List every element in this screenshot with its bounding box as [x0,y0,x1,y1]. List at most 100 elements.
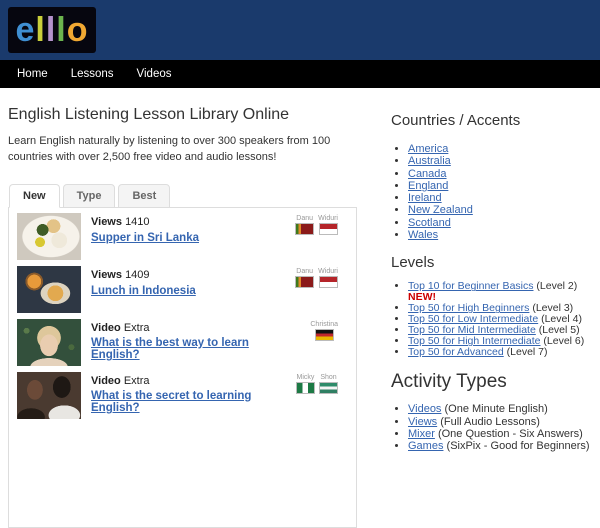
lesson-text: Views 1409 Lunch in Indonesia [91,266,196,299]
site-header: elllo [0,0,600,60]
sri-lanka-flag-icon [295,276,314,288]
germany-flag-icon [315,329,334,341]
list-item: Ireland [408,192,595,204]
speaker-name: Micky [297,374,315,381]
link-scotland[interactable]: Scotland [408,217,451,229]
lesson-title-link[interactable]: Lunch in Indonesia [91,285,196,297]
micky-shon-video-thumbnail[interactable] [17,372,81,419]
speaker: Danu [295,268,314,288]
indonesia-flag-icon [319,223,338,235]
link-top-50-for-advanced[interactable]: Top 50 for Advanced [408,346,504,358]
countries-heading: Countries / Accents [391,112,595,129]
page-subtitle: Learn English naturally by listening to … [8,134,352,166]
nigeria-flag-icon [296,382,315,394]
link-mixer[interactable]: Mixer [408,428,435,440]
lesson-text: Video Extra What is the secret to learni… [91,372,286,416]
speaker: Danu [295,215,314,235]
christina-video-thumbnail[interactable] [17,319,81,366]
speakers: Micky Shon [296,372,346,394]
speakers: Danu Widuri [295,213,346,235]
suffix-text: (SixPix - Good for Beginners) [443,440,589,452]
logo-letter: l [56,13,66,47]
speaker-name: Widuri [318,268,338,275]
lesson-meta: Views 1410 [91,216,199,228]
list-item: Top 50 for Advanced (Level 7) [408,347,595,358]
speaker: Shon [319,374,338,394]
link-england[interactable]: England [408,180,448,192]
tab-best[interactable]: Best [118,184,170,208]
link-new-zealand[interactable]: New Zealand [408,204,473,216]
lesson-meta: Video Extra [91,322,300,334]
lesson-meta: Views 1409 [91,269,196,281]
nav-item-videos[interactable]: Videos [132,68,177,80]
speaker: Widuri [318,268,338,288]
levels-list: Top 10 for Beginner Basics (Level 2) NEW… [391,281,595,358]
sidebar: Countries / Accents AmericaAustraliaCana… [391,112,595,466]
speaker: Micky [296,374,315,394]
link-america[interactable]: America [408,143,448,155]
list-item: Games (SixPix - Good for Beginners) [408,440,595,452]
lesson-title-link[interactable]: What is the best way to learn English? [91,337,300,361]
lesson-meta-label: Video [91,375,121,387]
speaker: Widuri [318,215,338,235]
speaker-name: Christina [310,321,338,328]
suffix-text: (Level 2) [534,280,578,292]
list-item: Top 10 for Beginner Basics (Level 2) NEW… [408,281,595,303]
lesson-meta-label: Video [91,322,121,334]
suffix-text: (One Question - Six Answers) [435,428,583,440]
lesson-meta-label: Views [91,216,122,228]
lesson-item: Views 1410 Supper in Sri Lanka Danu Widur… [9,210,356,263]
lesson-meta-value: 1409 [125,269,149,281]
lesson-meta-value: Extra [124,322,150,334]
speaker-name: Widuri [318,215,338,222]
list-item: Scotland [408,217,595,229]
activity-types-heading: Activity Types [391,371,595,393]
list-item: Mixer (One Question - Six Answers) [408,428,595,440]
lesson-meta-value: Extra [124,375,150,387]
lesson-meta: Video Extra [91,375,286,387]
tab-new[interactable]: New [9,184,60,208]
page-title: English Listening Lesson Library Online [8,106,357,124]
logo-letter: e [15,13,35,47]
list-item: Views (Full Audio Lessons) [408,416,595,428]
lesson-item: Views 1409 Lunch in Indonesia Danu Widuri [9,263,356,316]
link-ireland[interactable]: Ireland [408,192,442,204]
sri-lanka-flag-icon [295,223,314,235]
list-item: Canada [408,168,595,180]
levels-heading: Levels [391,254,595,271]
list-item: New Zealand [408,204,595,216]
indonesia-lunch-thumbnail[interactable] [17,266,81,313]
link-australia[interactable]: Australia [408,155,451,167]
speakers: Christina [310,319,346,341]
lesson-title-link[interactable]: What is the secret to learning English? [91,390,286,414]
link-wales[interactable]: Wales [408,229,438,241]
lesson-list: Views 1410 Supper in Sri Lanka Danu Widur… [9,210,356,422]
lesson-meta-label: Views [91,269,122,281]
speaker: Christina [310,321,338,341]
lesson-text: Views 1410 Supper in Sri Lanka [91,213,199,246]
speaker-name: Danu [296,268,313,275]
lesson-panel: Views 1410 Supper in Sri Lanka Danu Widur… [8,208,357,528]
logo-letter: l [35,13,45,47]
navbar: Home Lessons Videos [0,60,600,88]
list-item: Australia [408,155,595,167]
link-games[interactable]: Games [408,440,443,452]
activities-list: Videos (One Minute English)Views (Full A… [391,403,595,452]
sri-lanka-supper-thumbnail[interactable] [17,213,81,260]
logo-letter: l [46,13,56,47]
suffix-text: (Full Audio Lessons) [437,416,540,428]
lesson-item: Video Extra What is the best way to lear… [9,316,356,369]
link-views[interactable]: Views [408,416,437,428]
nav-item-home[interactable]: Home [12,68,53,80]
link-canada[interactable]: Canada [408,168,447,180]
lesson-meta-value: 1410 [125,216,149,228]
nav-item-lessons[interactable]: Lessons [66,68,119,80]
lesson-title-link[interactable]: Supper in Sri Lanka [91,232,199,244]
speaker-name: Danu [296,215,313,222]
lesson-tabs: NewTypeBest [8,184,357,208]
list-item: America [408,143,595,155]
elllo-logo[interactable]: elllo [8,7,96,53]
speaker-name: Shon [320,374,336,381]
sierra-leone-flag-icon [319,382,338,394]
tab-type[interactable]: Type [63,184,116,208]
